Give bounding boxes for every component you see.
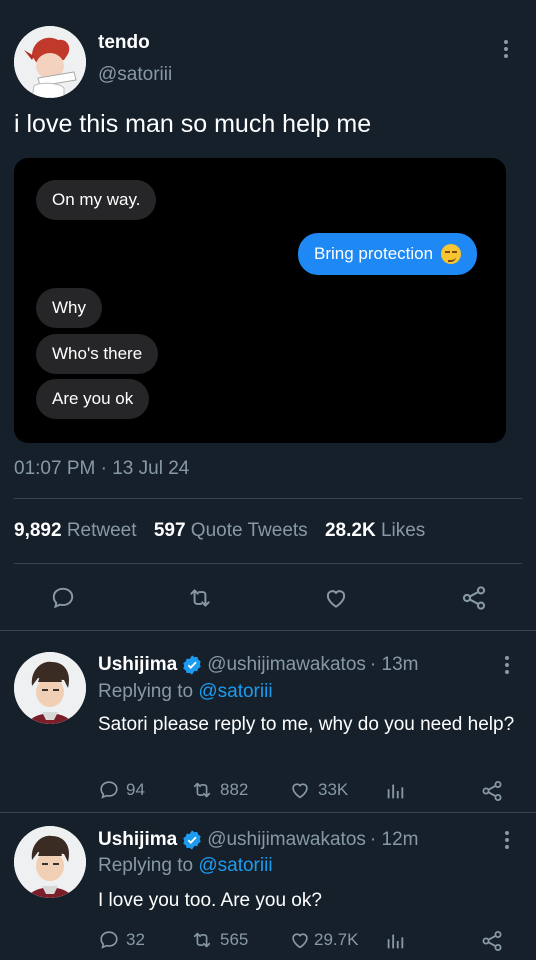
reply-author-name[interactable]: Ushijima (98, 829, 177, 851)
reply-icon (100, 781, 118, 799)
reply-time[interactable]: · 13m (370, 654, 419, 676)
chat-bubble-sent: Bring protection (298, 233, 478, 275)
like-icon (292, 783, 308, 799)
like-icon (292, 933, 308, 949)
reply-avatar[interactable] (14, 652, 86, 724)
divider (0, 812, 536, 813)
retweet-button[interactable]: 565 (190, 929, 248, 951)
like-icon[interactable] (322, 585, 350, 616)
reply-time[interactable]: · 12m (370, 829, 419, 851)
quote-count[interactable]: 597 Quote Tweets (154, 520, 313, 541)
chat-message: On my way. (52, 190, 141, 209)
verified-icon (183, 655, 201, 675)
reply-author-name[interactable]: Ushijima (98, 654, 177, 676)
share-icon[interactable] (460, 584, 488, 617)
reply-button[interactable]: 94 (98, 779, 145, 801)
retweet-count[interactable]: 9,892 Retweet (14, 520, 142, 541)
reply-icon (100, 931, 118, 949)
reply-count: 32 (126, 930, 145, 949)
chat-message: Why (52, 298, 86, 317)
replying-to: Replying to @satoriii (98, 681, 273, 702)
tweet-text: i love this man so much help me (14, 110, 372, 138)
analytics-icon[interactable] (384, 780, 406, 807)
retweet-count: 565 (220, 930, 249, 949)
chat-bubble-received: Who's there (36, 334, 159, 374)
like-button[interactable]: 29.7K (288, 929, 358, 951)
more-icon[interactable] (504, 40, 508, 58)
author-name[interactable]: tendo (98, 32, 150, 54)
smirk-emoji (441, 244, 462, 264)
chat-message: Bring protection (314, 244, 434, 263)
reply-header: Ushijima @ushijimawakatos · 13m (98, 654, 418, 676)
retweet-icon[interactable] (186, 585, 214, 616)
more-icon[interactable] (505, 656, 509, 674)
like-count[interactable]: 28.2K Likes (325, 520, 425, 541)
reply-button[interactable]: 32 (98, 929, 145, 951)
author-avatar[interactable] (14, 26, 86, 98)
like-count: 33K (318, 780, 349, 799)
replying-to: Replying to @satoriii (98, 855, 273, 876)
chat-message: Who's there (52, 344, 143, 363)
share-icon[interactable] (480, 929, 504, 958)
reply-author-handle[interactable]: @ushijimawakatos (207, 829, 366, 851)
author-handle[interactable]: @satoriii (98, 64, 172, 86)
retweet-count: 882 (220, 780, 249, 799)
reply-icon[interactable] (50, 585, 76, 616)
retweet-button[interactable]: 882 (190, 779, 248, 801)
like-count: 29.7K (314, 930, 359, 949)
reply-avatar[interactable] (14, 826, 86, 898)
share-icon[interactable] (480, 779, 504, 808)
divider (0, 630, 536, 631)
analytics-icon[interactable] (384, 930, 406, 957)
divider (14, 563, 522, 564)
reply-text: I love you too. Are you ok? (98, 890, 322, 911)
retweet-icon (193, 782, 211, 798)
reply-count: 94 (126, 780, 145, 799)
retweet-icon (193, 932, 211, 948)
tweet-stats: 9,892 Retweet 597 Quote Tweets 28.2K Lik… (14, 520, 425, 542)
more-icon[interactable] (505, 831, 509, 849)
reply-author-handle[interactable]: @ushijimawakatos (207, 654, 366, 676)
reply-header: Ushijima @ushijimawakatos · 12m (98, 829, 418, 851)
like-button[interactable]: 33K (288, 779, 348, 801)
tweet-image[interactable]: On my way. Bring protection Why Who's th… (14, 158, 506, 443)
chat-bubble-received: Why (36, 288, 102, 328)
chat-bubble-received: Are you ok (36, 379, 150, 419)
chat-message: Are you ok (52, 389, 134, 408)
chat-bubble-received: On my way. (36, 180, 157, 220)
replying-to-link[interactable]: @satoriii (198, 855, 272, 876)
verified-icon (183, 830, 201, 850)
tweet-timestamp[interactable]: 01:07 PM · 13 Jul 24 (14, 458, 189, 480)
replying-to-link[interactable]: @satoriii (198, 681, 272, 702)
reply-text: Satori please reply to me, why do you ne… (98, 714, 515, 735)
divider (14, 498, 522, 499)
